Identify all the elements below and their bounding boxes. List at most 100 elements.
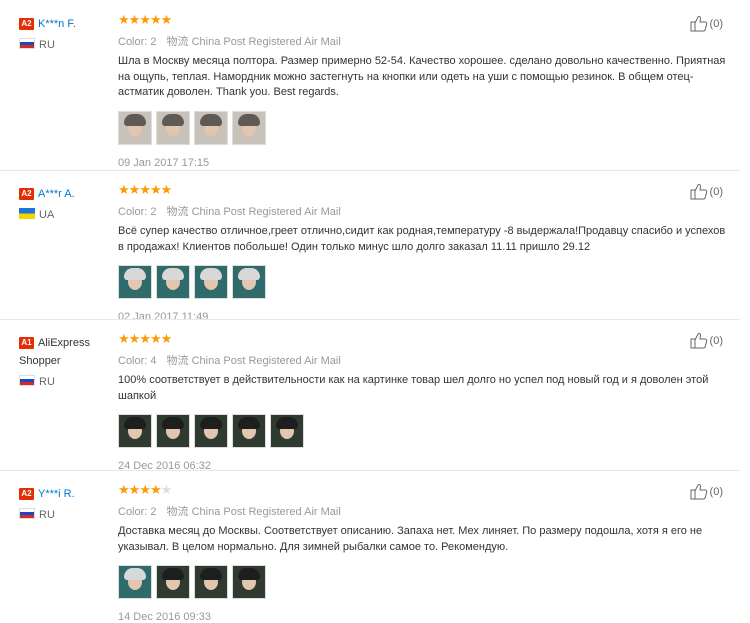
star-filled-icon: ★ — [149, 482, 162, 497]
thumbs-up-icon — [690, 332, 707, 349]
helpful-button[interactable]: (0) — [690, 483, 723, 500]
order-info: Color: 2 物流 China Post Registered Air Mai… — [118, 33, 730, 48]
thumbs-up-icon — [690, 15, 707, 32]
color-value: 2 — [150, 36, 157, 48]
order-info: Color: 2 物流 China Post Registered Air Mai… — [118, 503, 730, 518]
photo-hat — [162, 568, 184, 580]
color-label: Color: — [118, 206, 148, 218]
reviewer-info: A2 A***r A. UA — [19, 184, 114, 222]
reviewer-row: A1 AliExpress Shopper — [19, 333, 114, 369]
review-photos — [118, 565, 730, 599]
buyer-level-badge: A2 — [19, 18, 34, 30]
star-filled-icon: ★ — [128, 182, 141, 197]
review-photo-thumbnail[interactable] — [194, 265, 228, 299]
logistics-method: China Post Registered Air Mail — [191, 506, 341, 518]
logistics-method: China Post Registered Air Mail — [191, 36, 341, 48]
review-photo-thumbnail[interactable] — [156, 110, 190, 145]
review-item: A2 K***n F. RU ★★★★★ Color: 2 物流 China Post R… — [0, 4, 740, 170]
star-filled-icon: ★ — [128, 12, 141, 27]
color-label: Color: — [118, 36, 148, 48]
photo-hat — [200, 113, 222, 126]
color-value: 2 — [150, 206, 157, 218]
star-filled-icon: ★ — [160, 331, 173, 346]
photo-hat — [276, 417, 298, 429]
photo-hat — [124, 417, 146, 429]
star-filled-icon: ★ — [149, 12, 162, 27]
photo-hat — [124, 268, 146, 280]
reviewer-row: A2 K***n F. — [19, 14, 114, 32]
photo-hat — [238, 268, 260, 280]
color-label: Color: — [118, 506, 148, 518]
review-photo-thumbnail[interactable] — [156, 565, 190, 599]
star-empty-icon: ★ — [160, 482, 173, 497]
color-value: 4 — [150, 355, 157, 367]
logistics-label: 物流 — [166, 36, 189, 48]
review-photo-thumbnail[interactable] — [194, 565, 228, 599]
country-code: UA — [39, 209, 55, 221]
reviewer-name[interactable]: K***n F. — [38, 18, 76, 30]
review-photo-thumbnail[interactable] — [194, 414, 228, 448]
buyer-level-badge: A2 — [19, 188, 34, 200]
logistics-label: 物流 — [166, 506, 189, 518]
country-code: RU — [39, 39, 55, 51]
star-filled-icon: ★ — [139, 331, 151, 346]
review-date: 09 Jan 2017 17:15 — [118, 156, 210, 169]
review-photo-thumbnail[interactable] — [156, 265, 190, 299]
reviewer-info: A2 K***n F. RU — [19, 14, 114, 52]
review-photo-thumbnail[interactable] — [118, 414, 152, 448]
helpful-button[interactable]: (0) — [690, 332, 723, 349]
country-flag-icon — [19, 208, 35, 219]
review-photo-thumbnail[interactable] — [232, 110, 266, 145]
helpful-count: (0) — [709, 485, 723, 498]
buyer-level-badge: A2 — [19, 488, 34, 500]
review-text: Доставка месяц до Москвы. Соответствует … — [118, 525, 703, 553]
reviewer-country: RU — [19, 508, 114, 522]
logistics-method: China Post Registered Air Mail — [191, 206, 341, 218]
thumbs-up-icon — [690, 483, 707, 500]
review-photo-thumbnail[interactable] — [270, 414, 304, 448]
review-photo-thumbnail[interactable] — [118, 110, 152, 145]
review-text: 100% соответствует в действительности ка… — [118, 374, 709, 402]
review-text: Шла в Москву месяца полтора. Размер прим… — [118, 55, 726, 98]
photo-hat — [238, 417, 260, 429]
photo-hat — [162, 113, 184, 126]
reviewer-country: UA — [19, 208, 114, 222]
review-content: ★★★★★ Color: 2 物流 China Post Registered Ai… — [118, 12, 730, 169]
helpful-button[interactable]: (0) — [690, 183, 723, 200]
star-rating: ★★★★★ — [118, 331, 730, 346]
review-photos — [118, 414, 730, 448]
star-filled-icon: ★ — [139, 482, 151, 497]
reviewer-country: RU — [19, 38, 114, 52]
star-filled-icon: ★ — [139, 182, 151, 197]
reviewer-country: RU — [19, 375, 114, 389]
feedback-list: A2 K***n F. RU ★★★★★ Color: 2 物流 China Post R… — [0, 0, 750, 623]
review-photo-thumbnail[interactable] — [194, 110, 228, 145]
review-photo-thumbnail[interactable] — [232, 265, 266, 299]
review-photos — [118, 110, 730, 145]
review-photo-thumbnail[interactable] — [232, 565, 266, 599]
review-photo-thumbnail[interactable] — [232, 414, 266, 448]
review-content: ★★★★★ Color: 2 物流 China Post Registered Ai… — [118, 182, 730, 323]
star-filled-icon: ★ — [118, 182, 130, 197]
helpful-button[interactable]: (0) — [690, 15, 723, 32]
review-item: A2 A***r A. UA ★★★★★ Color: 2 物流 China Post R… — [0, 170, 740, 323]
star-filled-icon: ★ — [160, 12, 173, 27]
review-date: 14 Dec 2016 09:33 — [118, 611, 211, 623]
review-photos — [118, 265, 730, 299]
review-photo-thumbnail[interactable] — [118, 565, 152, 599]
review-photo-thumbnail[interactable] — [156, 414, 190, 448]
reviewer-info: A1 AliExpress Shopper RU — [19, 333, 114, 389]
star-filled-icon: ★ — [139, 12, 151, 27]
reviewer-name[interactable]: A***r A. — [38, 188, 75, 200]
photo-hat — [162, 417, 184, 429]
review-photo-thumbnail[interactable] — [118, 265, 152, 299]
country-flag-icon — [19, 38, 35, 49]
reviewer-name[interactable]: Y***i R. — [38, 488, 75, 500]
star-filled-icon: ★ — [128, 482, 141, 497]
star-filled-icon: ★ — [149, 182, 162, 197]
logistics-label: 物流 — [166, 355, 189, 367]
reviewer-row: A2 A***r A. — [19, 184, 114, 202]
photo-hat — [200, 568, 222, 580]
review-text: Всё супер качество отличное,греет отличн… — [118, 225, 726, 253]
photo-hat — [162, 268, 184, 280]
